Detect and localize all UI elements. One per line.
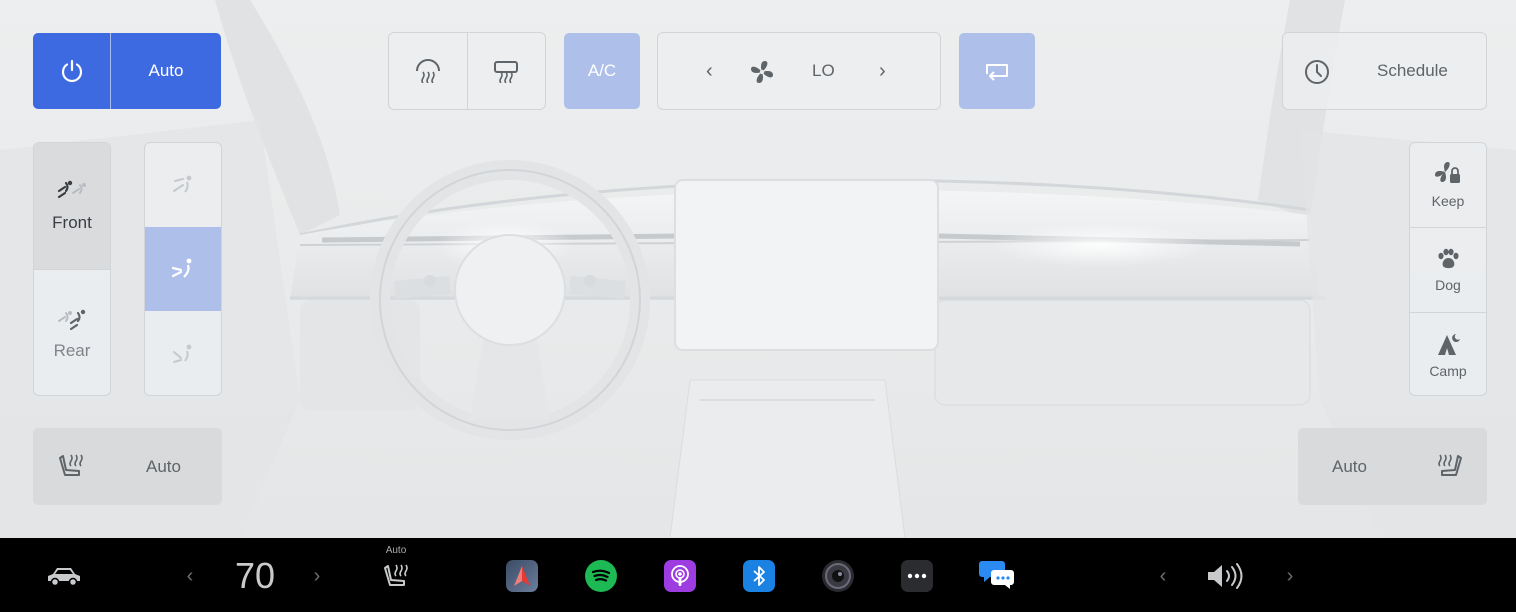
car-icon	[48, 568, 80, 587]
fan-speed-group: ‹ LO ›	[657, 32, 941, 110]
volume-increase-button[interactable]: ›	[1282, 564, 1298, 588]
power-auto-button[interactable]: Auto	[33, 33, 221, 109]
seat-heater-icon	[1438, 454, 1462, 476]
volume-decrease-button[interactable]: ‹	[1155, 564, 1171, 588]
power-button[interactable]	[33, 33, 110, 109]
zone-selector: Front Rear	[33, 142, 111, 396]
bluetooth-icon	[743, 560, 775, 592]
airflow-mode-panel	[144, 142, 222, 396]
airflow-body-button[interactable]	[145, 227, 221, 311]
messages-app[interactable]	[978, 558, 1016, 592]
keep-fan-icon	[1435, 162, 1460, 183]
more-icon	[901, 560, 933, 592]
spotify-app[interactable]	[585, 560, 617, 592]
seat-heater-status-label: Auto	[385, 544, 407, 556]
schedule-button[interactable]: Schedule	[1282, 32, 1487, 110]
airflow-feet-button[interactable]	[145, 312, 221, 395]
climate-screen: Auto A/C ‹ LO › Schedule Front Rear Auto…	[0, 0, 1516, 538]
podcasts-icon	[664, 560, 696, 592]
temperature-increase-button[interactable]: ›	[309, 564, 325, 588]
climate-modes-panel: Keep Dog Camp	[1409, 142, 1487, 396]
seat-heater-icon	[384, 564, 408, 586]
power-icon	[61, 59, 82, 83]
rear-defrost-icon	[494, 61, 519, 83]
right-seat-heater-label: Auto	[1332, 456, 1367, 476]
auto-button[interactable]: Auto	[111, 33, 221, 109]
volume-button[interactable]	[1204, 562, 1246, 590]
defrost-group	[388, 32, 546, 110]
airflow-mid-icon	[171, 258, 192, 278]
front-defrost-icon	[415, 59, 440, 83]
more-apps-button[interactable]	[901, 560, 933, 592]
fan-decrease-button[interactable]: ‹	[706, 60, 713, 83]
front-defrost-button[interactable]	[389, 33, 467, 109]
navigation-icon	[506, 560, 538, 592]
navigation-app[interactable]	[506, 560, 538, 592]
seat-heater-icon	[59, 454, 83, 476]
messages-icon	[979, 561, 1014, 589]
front-zone-label: Front	[52, 213, 92, 232]
dog-mode-label: Dog	[1435, 277, 1461, 293]
schedule-label: Schedule	[1377, 61, 1448, 80]
airflow-face-button[interactable]	[145, 143, 221, 227]
front-zone-tab[interactable]: Front	[34, 143, 110, 269]
camp-mode-button[interactable]: Camp	[1410, 313, 1486, 395]
car-button[interactable]	[44, 563, 84, 589]
rear-zone-tab[interactable]: Rear	[34, 270, 110, 395]
volume-icon	[1208, 563, 1243, 589]
fan-speed-value: LO	[812, 61, 835, 80]
keep-mode-button[interactable]: Keep	[1410, 143, 1486, 227]
keep-mode-label: Keep	[1431, 193, 1465, 209]
recirculate-icon	[986, 64, 1008, 81]
camp-tent-icon	[1438, 334, 1460, 355]
taskbar: ‹ 70 › Auto ‹ ›	[0, 538, 1516, 612]
left-seat-heater-label: Auto	[146, 456, 181, 476]
left-seat-heater-button[interactable]: Auto	[33, 428, 222, 505]
temperature-value[interactable]: 70	[225, 555, 285, 596]
fan-icon	[751, 61, 773, 83]
taskbar-seat-heater-button[interactable]	[381, 562, 413, 590]
clock-icon	[1305, 60, 1329, 84]
camera-app[interactable]	[822, 560, 854, 592]
rear-zone-label: Rear	[53, 340, 91, 360]
rear-airflow-icon	[58, 309, 86, 330]
temperature-decrease-button[interactable]: ‹	[182, 564, 198, 588]
camera-icon	[822, 560, 854, 592]
camp-mode-label: Camp	[1429, 363, 1467, 379]
recirculate-button[interactable]	[959, 33, 1035, 109]
spotify-icon	[585, 560, 617, 592]
airflow-down-icon	[173, 344, 192, 363]
fan-increase-button[interactable]: ›	[879, 60, 886, 83]
paw-icon	[1438, 248, 1459, 269]
right-seat-heater-button[interactable]: Auto	[1298, 428, 1487, 505]
airflow-up-icon	[173, 175, 192, 193]
rear-defrost-button[interactable]	[468, 33, 546, 109]
bluetooth-app[interactable]	[743, 560, 775, 592]
front-airflow-icon	[57, 180, 86, 199]
dog-mode-button[interactable]: Dog	[1410, 228, 1486, 312]
podcasts-app[interactable]	[664, 560, 696, 592]
ac-button[interactable]: A/C	[564, 33, 640, 109]
